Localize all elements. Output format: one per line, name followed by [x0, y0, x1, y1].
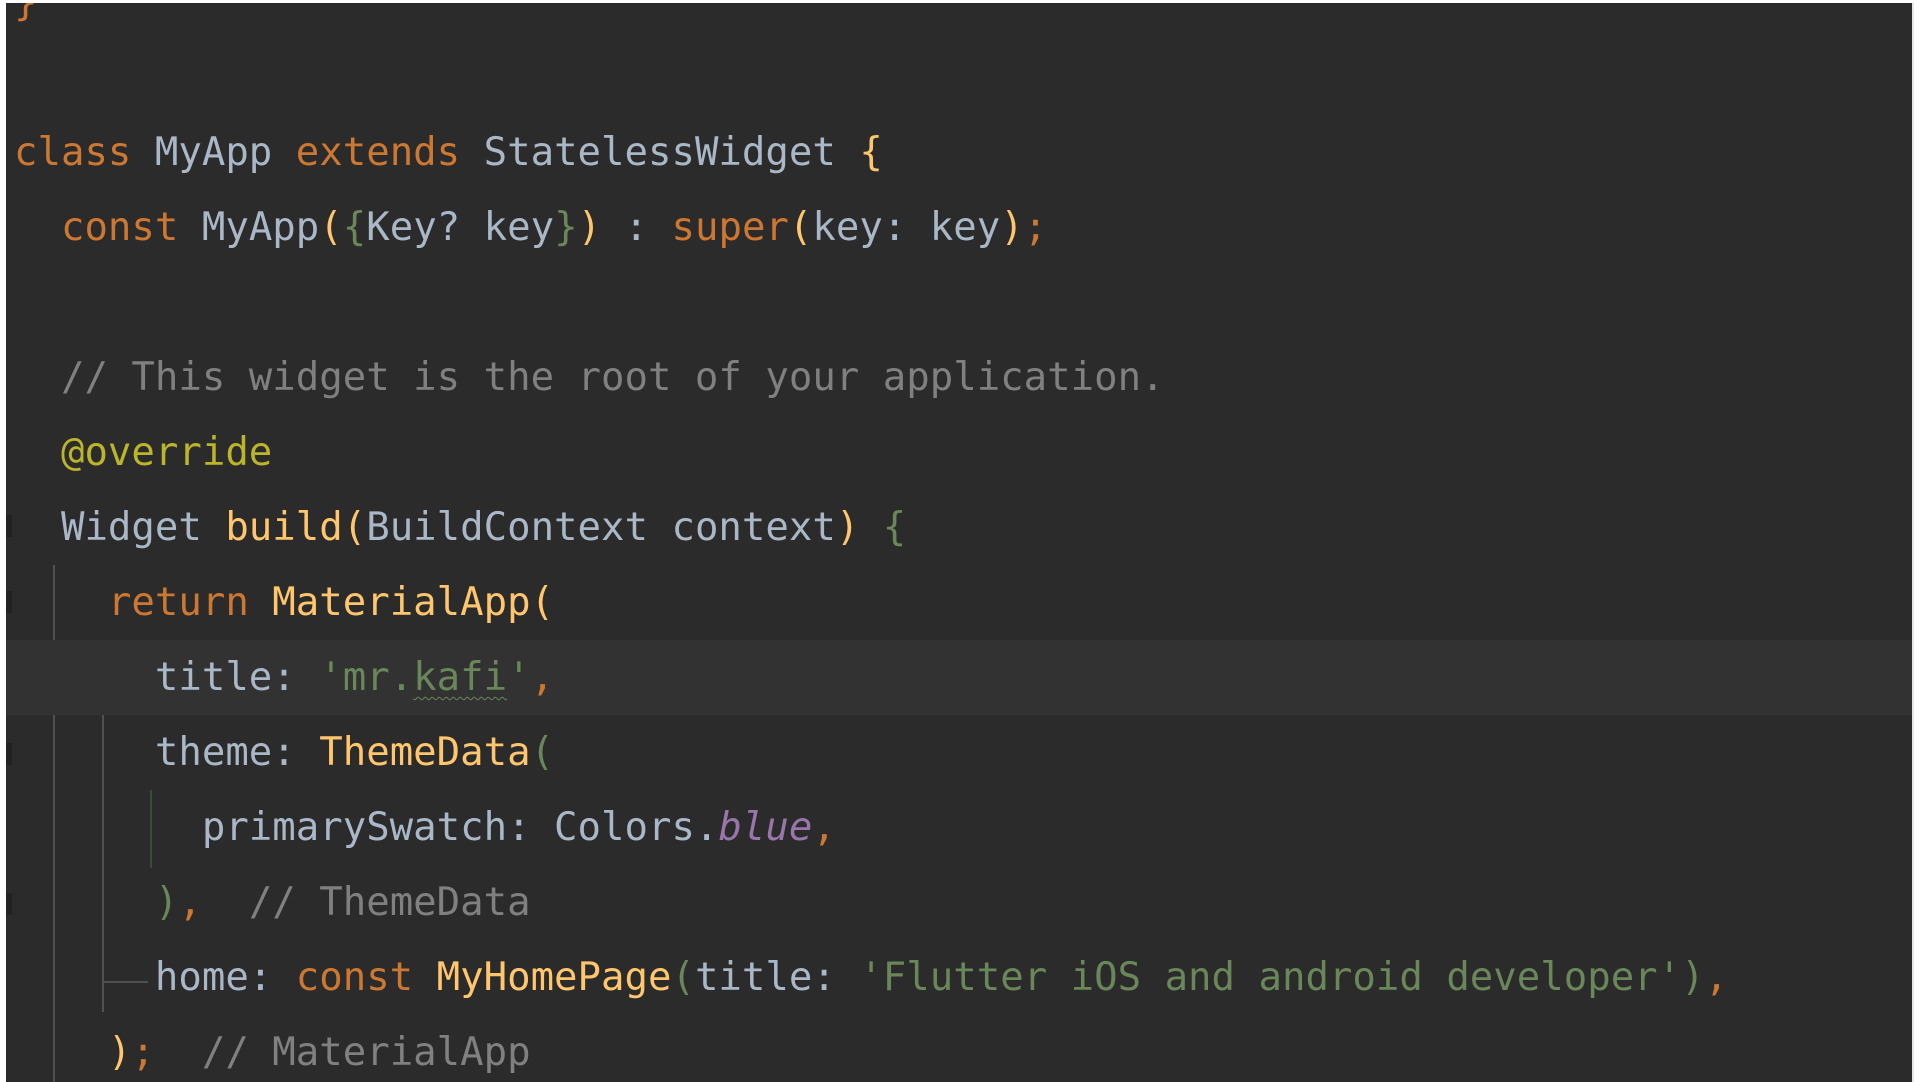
code-token: ,: [178, 880, 202, 925]
code-token: const: [60, 205, 179, 250]
code-text: primarySwatch: Colors.blue,: [14, 790, 836, 865]
code-line[interactable]: const MyApp({Key? key}) : super(key: key…: [6, 190, 1912, 265]
code-token: }: [554, 205, 578, 250]
code-token: key: key: [812, 205, 1001, 250]
code-token: ,: [812, 805, 836, 850]
code-token: (: [530, 730, 555, 775]
code-token: // This widget is the root of your appli…: [60, 355, 1165, 400]
code-text: ), // ThemeData: [14, 865, 531, 940]
code-line[interactable]: Widget build(BuildContext context) {: [6, 490, 1912, 565]
code-token: @override: [60, 430, 273, 475]
code-token: ): [835, 505, 860, 550]
code-token: theme:: [14, 730, 320, 775]
code-token: ): [1000, 205, 1024, 250]
code-token: MaterialApp: [272, 580, 531, 625]
code-token: title:: [14, 655, 320, 700]
code-text: // This widget is the root of your appli…: [14, 340, 1165, 415]
code-token: kafi: [413, 655, 508, 700]
code-token: home:: [14, 955, 296, 1000]
code-token: {: [342, 205, 367, 250]
code-line[interactable]: @override: [6, 415, 1912, 490]
code-token: build: [225, 505, 343, 550]
code-editor[interactable]: } class MyApp extends StatelessWidget { c…: [6, 3, 1914, 1082]
code-token: return: [107, 580, 249, 625]
code-text: class MyApp extends StatelessWidget {: [14, 115, 883, 190]
code-line[interactable]: }: [6, 3, 1912, 40]
code-token: // ThemeData: [201, 880, 531, 925]
code-token: const: [295, 955, 414, 1000]
code-text: ); // MaterialApp: [14, 1015, 531, 1082]
code-text: const MyApp({Key? key}) : super(key: key…: [14, 190, 1047, 265]
code-text: @override: [14, 415, 272, 490]
code-token: 'Flutter iOS and android developer': [859, 955, 1682, 1000]
code-token: ): [107, 1030, 132, 1075]
code-line[interactable]: ), // ThemeData: [6, 865, 1912, 940]
code-line[interactable]: return MaterialApp(: [6, 565, 1912, 640]
code-line[interactable]: [6, 40, 1912, 115]
code-token: {: [859, 130, 883, 175]
code-token: Key? key: [366, 205, 555, 250]
code-token: (: [342, 505, 367, 550]
code-line[interactable]: [6, 265, 1912, 340]
code-token: {: [882, 505, 907, 550]
code-text: return MaterialApp(: [14, 565, 554, 640]
code-token: extends: [295, 130, 461, 175]
code-token: (: [530, 580, 555, 625]
code-line[interactable]: // This widget is the root of your appli…: [6, 340, 1912, 415]
code-line[interactable]: theme: ThemeData(: [6, 715, 1912, 790]
code-token: ThemeData: [319, 730, 531, 775]
code-token: ;: [131, 1030, 155, 1075]
code-token: super: [671, 205, 789, 250]
code-token: primarySwatch: Colors.: [14, 805, 719, 850]
code-text: Widget build(BuildContext context) {: [14, 490, 906, 565]
code-token: BuildContext context: [366, 505, 836, 550]
code-line[interactable]: ); // MaterialApp: [6, 1015, 1912, 1082]
code-token: Widget: [14, 505, 226, 550]
code-token: }: [14, 3, 37, 25]
code-line[interactable]: home: const MyHomePage(title: 'Flutter i…: [6, 940, 1912, 1015]
code-token: (: [319, 205, 343, 250]
code-token: // MaterialApp: [154, 1030, 531, 1075]
code-token: (: [671, 955, 695, 1000]
code-token: ,: [1704, 955, 1729, 1000]
code-token: :: [601, 205, 672, 250]
code-token: 'mr.: [319, 655, 414, 700]
code-token: ): [1681, 955, 1705, 1000]
code-token: ): [154, 880, 179, 925]
code-text: }: [14, 3, 37, 40]
code-line[interactable]: class MyApp extends StatelessWidget {: [6, 115, 1912, 190]
code-token: MyHomePage: [436, 955, 672, 1000]
code-token: ): [577, 205, 602, 250]
code-token: ,: [530, 655, 555, 700]
code-token: MyApp: [178, 205, 320, 250]
code-token: ;: [1023, 205, 1048, 250]
code-text: home: const MyHomePage(title: 'Flutter i…: [14, 940, 1728, 1015]
code-token: class: [14, 130, 132, 175]
code-token: title:: [694, 955, 860, 1000]
code-token: StatelessWidget: [460, 130, 860, 175]
code-line[interactable]: primarySwatch: Colors.blue,: [6, 790, 1912, 865]
code-token: ': [507, 655, 531, 700]
code-token: MyApp: [131, 130, 296, 175]
code-text: title: 'mr.kafi',: [14, 640, 554, 715]
code-token: blue: [718, 805, 813, 850]
code-token: (: [788, 205, 813, 250]
code-text: theme: ThemeData(: [14, 715, 554, 790]
code-line-current[interactable]: title: 'mr.kafi',: [6, 640, 1912, 715]
